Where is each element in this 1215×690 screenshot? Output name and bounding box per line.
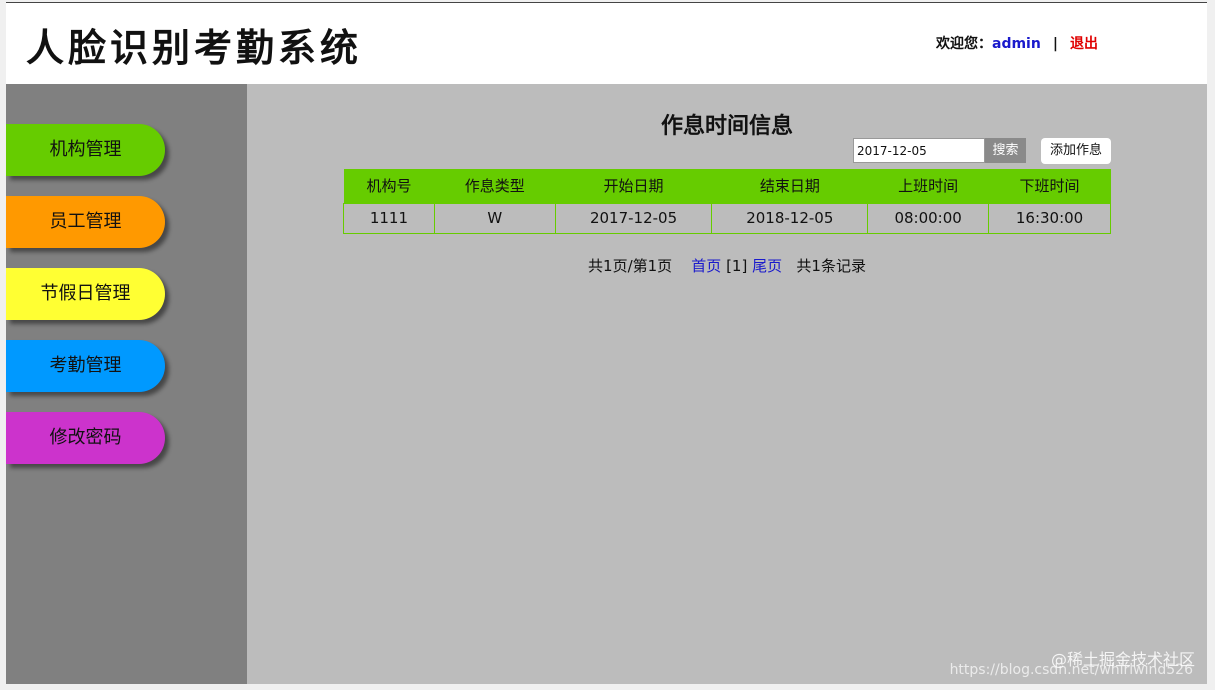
logout-link[interactable]: 退出 (1070, 36, 1098, 52)
page-title-text: 作息时间信息 (660, 114, 793, 139)
column-header: 机构号 (343, 169, 435, 203)
sidebar-item-employee[interactable]: 员工管理 (6, 196, 165, 248)
watermark-url: https://blog.csdn.net/whirlwind526 (949, 662, 1193, 678)
main-content: 作息时间信息 搜索 添加作息 机构号 作息类型 开始日期 结束日期 上班时间 下… (247, 84, 1207, 684)
header: 人脸识别考勤系统 欢迎您：admin | 退出 (6, 3, 1207, 84)
sidebar-item-holiday[interactable]: 节假日管理 (6, 268, 165, 320)
app-frame: 人脸识别考勤系统 欢迎您：admin | 退出 机构管理 员工管理 节假日管理 考勤… (6, 2, 1207, 684)
column-header: 下班时间 (988, 169, 1111, 203)
column-header: 作息类型 (434, 169, 556, 203)
user-area: 欢迎您：admin | 退出 (936, 33, 1098, 53)
schedule-table: 机构号 作息类型 开始日期 结束日期 上班时间 下班时间 1111 W 2017… (343, 169, 1111, 234)
table-cell: 1111 (343, 202, 435, 234)
table-cell: 2017-12-05 (554, 202, 713, 234)
app-title: 人脸识别考勤系统 (26, 25, 363, 70)
sidebar-item-attendance[interactable]: 考勤管理 (6, 340, 165, 392)
sidebar-item-organization[interactable]: 机构管理 (6, 124, 165, 176)
table-header-row: 机构号 作息类型 开始日期 结束日期 上班时间 下班时间 (343, 169, 1111, 203)
date-search-input[interactable] (853, 138, 985, 163)
column-header: 上班时间 (867, 169, 989, 203)
table-cell: W (433, 202, 556, 234)
table-cell: 08:00:00 (867, 202, 990, 234)
page-info: 共1页/第1页 (588, 257, 673, 275)
page-title: 作息时间信息 (247, 108, 1207, 140)
table-cell: 2018-12-05 (711, 202, 869, 234)
pager: 共1页/第1页 首页 [1] 尾页 共1条记录 (247, 255, 1207, 276)
welcome-text: 欢迎您： (936, 36, 992, 52)
search-button[interactable]: 搜索 (985, 138, 1026, 163)
separator: | (1052, 36, 1058, 52)
total-records: 共1条记录 (796, 257, 866, 275)
column-header: 结束日期 (711, 169, 868, 203)
last-page-link[interactable]: 尾页 (752, 257, 782, 275)
current-page: [1] (726, 257, 748, 275)
sidebar: 机构管理 员工管理 节假日管理 考勤管理 修改密码 (6, 84, 247, 684)
first-page-link[interactable]: 首页 (691, 257, 721, 275)
username-link[interactable]: admin (992, 36, 1041, 52)
sidebar-item-change-password[interactable]: 修改密码 (6, 412, 165, 464)
column-header: 开始日期 (555, 169, 712, 203)
table-row: 1111 W 2017-12-05 2018-12-05 08:00:00 16… (343, 202, 1111, 234)
add-schedule-button[interactable]: 添加作息 (1041, 138, 1111, 164)
table-cell: 16:30:00 (988, 202, 1111, 234)
